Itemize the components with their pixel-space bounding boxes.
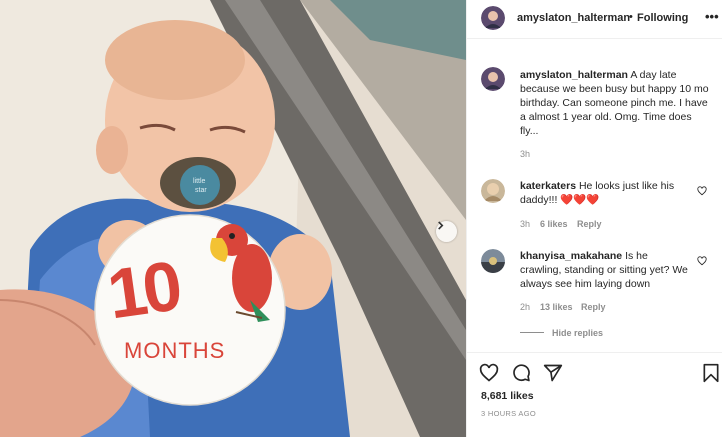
comment-username[interactable]: khanyisa_makahane <box>520 250 622 262</box>
posted-time[interactable]: 3 HOURS AGO <box>481 409 536 418</box>
comment-time[interactable]: 3h <box>520 219 530 229</box>
caption-text: amyslaton_halterman A day late because w… <box>520 68 710 138</box>
follow-status[interactable]: Following <box>637 12 688 24</box>
commenter-avatar[interactable] <box>481 179 505 203</box>
heart-icon[interactable] <box>479 363 499 383</box>
baby-photo-illustration: little star <box>0 0 466 437</box>
milestone-number: 10 <box>102 246 183 334</box>
author-username[interactable]: amyslaton_halterman <box>517 12 630 24</box>
comment-icon[interactable] <box>511 363 531 383</box>
comment-username[interactable]: katerkaters <box>520 180 576 192</box>
like-comment-heart-icon[interactable] <box>697 256 707 266</box>
comment-time[interactable]: 2h <box>520 302 530 312</box>
bookmark-icon[interactable] <box>701 363 721 383</box>
post-header: amyslaton_halterman • Following ••• <box>467 0 722 39</box>
comment-likes[interactable]: 13 likes <box>540 302 573 312</box>
reply-button[interactable]: Reply <box>577 219 602 229</box>
caption-time[interactable]: 3h <box>520 149 530 159</box>
comment-text: katerkaters He looks just like his daddy… <box>520 179 690 207</box>
svg-text:star: star <box>195 187 207 194</box>
caption-avatar[interactable] <box>481 67 505 91</box>
post-actions: 8,681 likes 3 HOURS AGO <box>467 352 722 438</box>
like-comment-heart-icon[interactable] <box>697 186 707 196</box>
comment-likes[interactable]: 6 likes <box>540 219 568 229</box>
post-photo[interactable]: little star 10 MONTHS <box>0 0 466 437</box>
share-icon[interactable] <box>543 363 563 383</box>
hide-replies-button[interactable]: Hide replies <box>552 328 603 338</box>
more-options-icon[interactable]: ••• <box>705 9 719 24</box>
separator-dot: • <box>629 11 633 23</box>
chevron-right-icon <box>438 221 444 230</box>
commenter-avatar[interactable] <box>481 249 505 273</box>
comment-text: khanyisa_makahane Is he crawling, standi… <box>520 249 690 291</box>
instagram-post: little star 10 MONTHS amyslaton_halterma… <box>0 0 722 437</box>
svg-text:little: little <box>193 178 206 185</box>
post-details-panel: amyslaton_halterman • Following ••• amys… <box>466 0 722 437</box>
author-avatar[interactable] <box>481 6 505 30</box>
hide-replies-divider <box>520 332 544 333</box>
milestone-label: MONTHS <box>124 338 226 363</box>
like-count[interactable]: 8,681 likes <box>481 390 534 402</box>
caption-username[interactable]: amyslaton_halterman <box>520 69 628 81</box>
reply-button[interactable]: Reply <box>581 302 606 312</box>
next-photo-button[interactable] <box>436 221 457 242</box>
